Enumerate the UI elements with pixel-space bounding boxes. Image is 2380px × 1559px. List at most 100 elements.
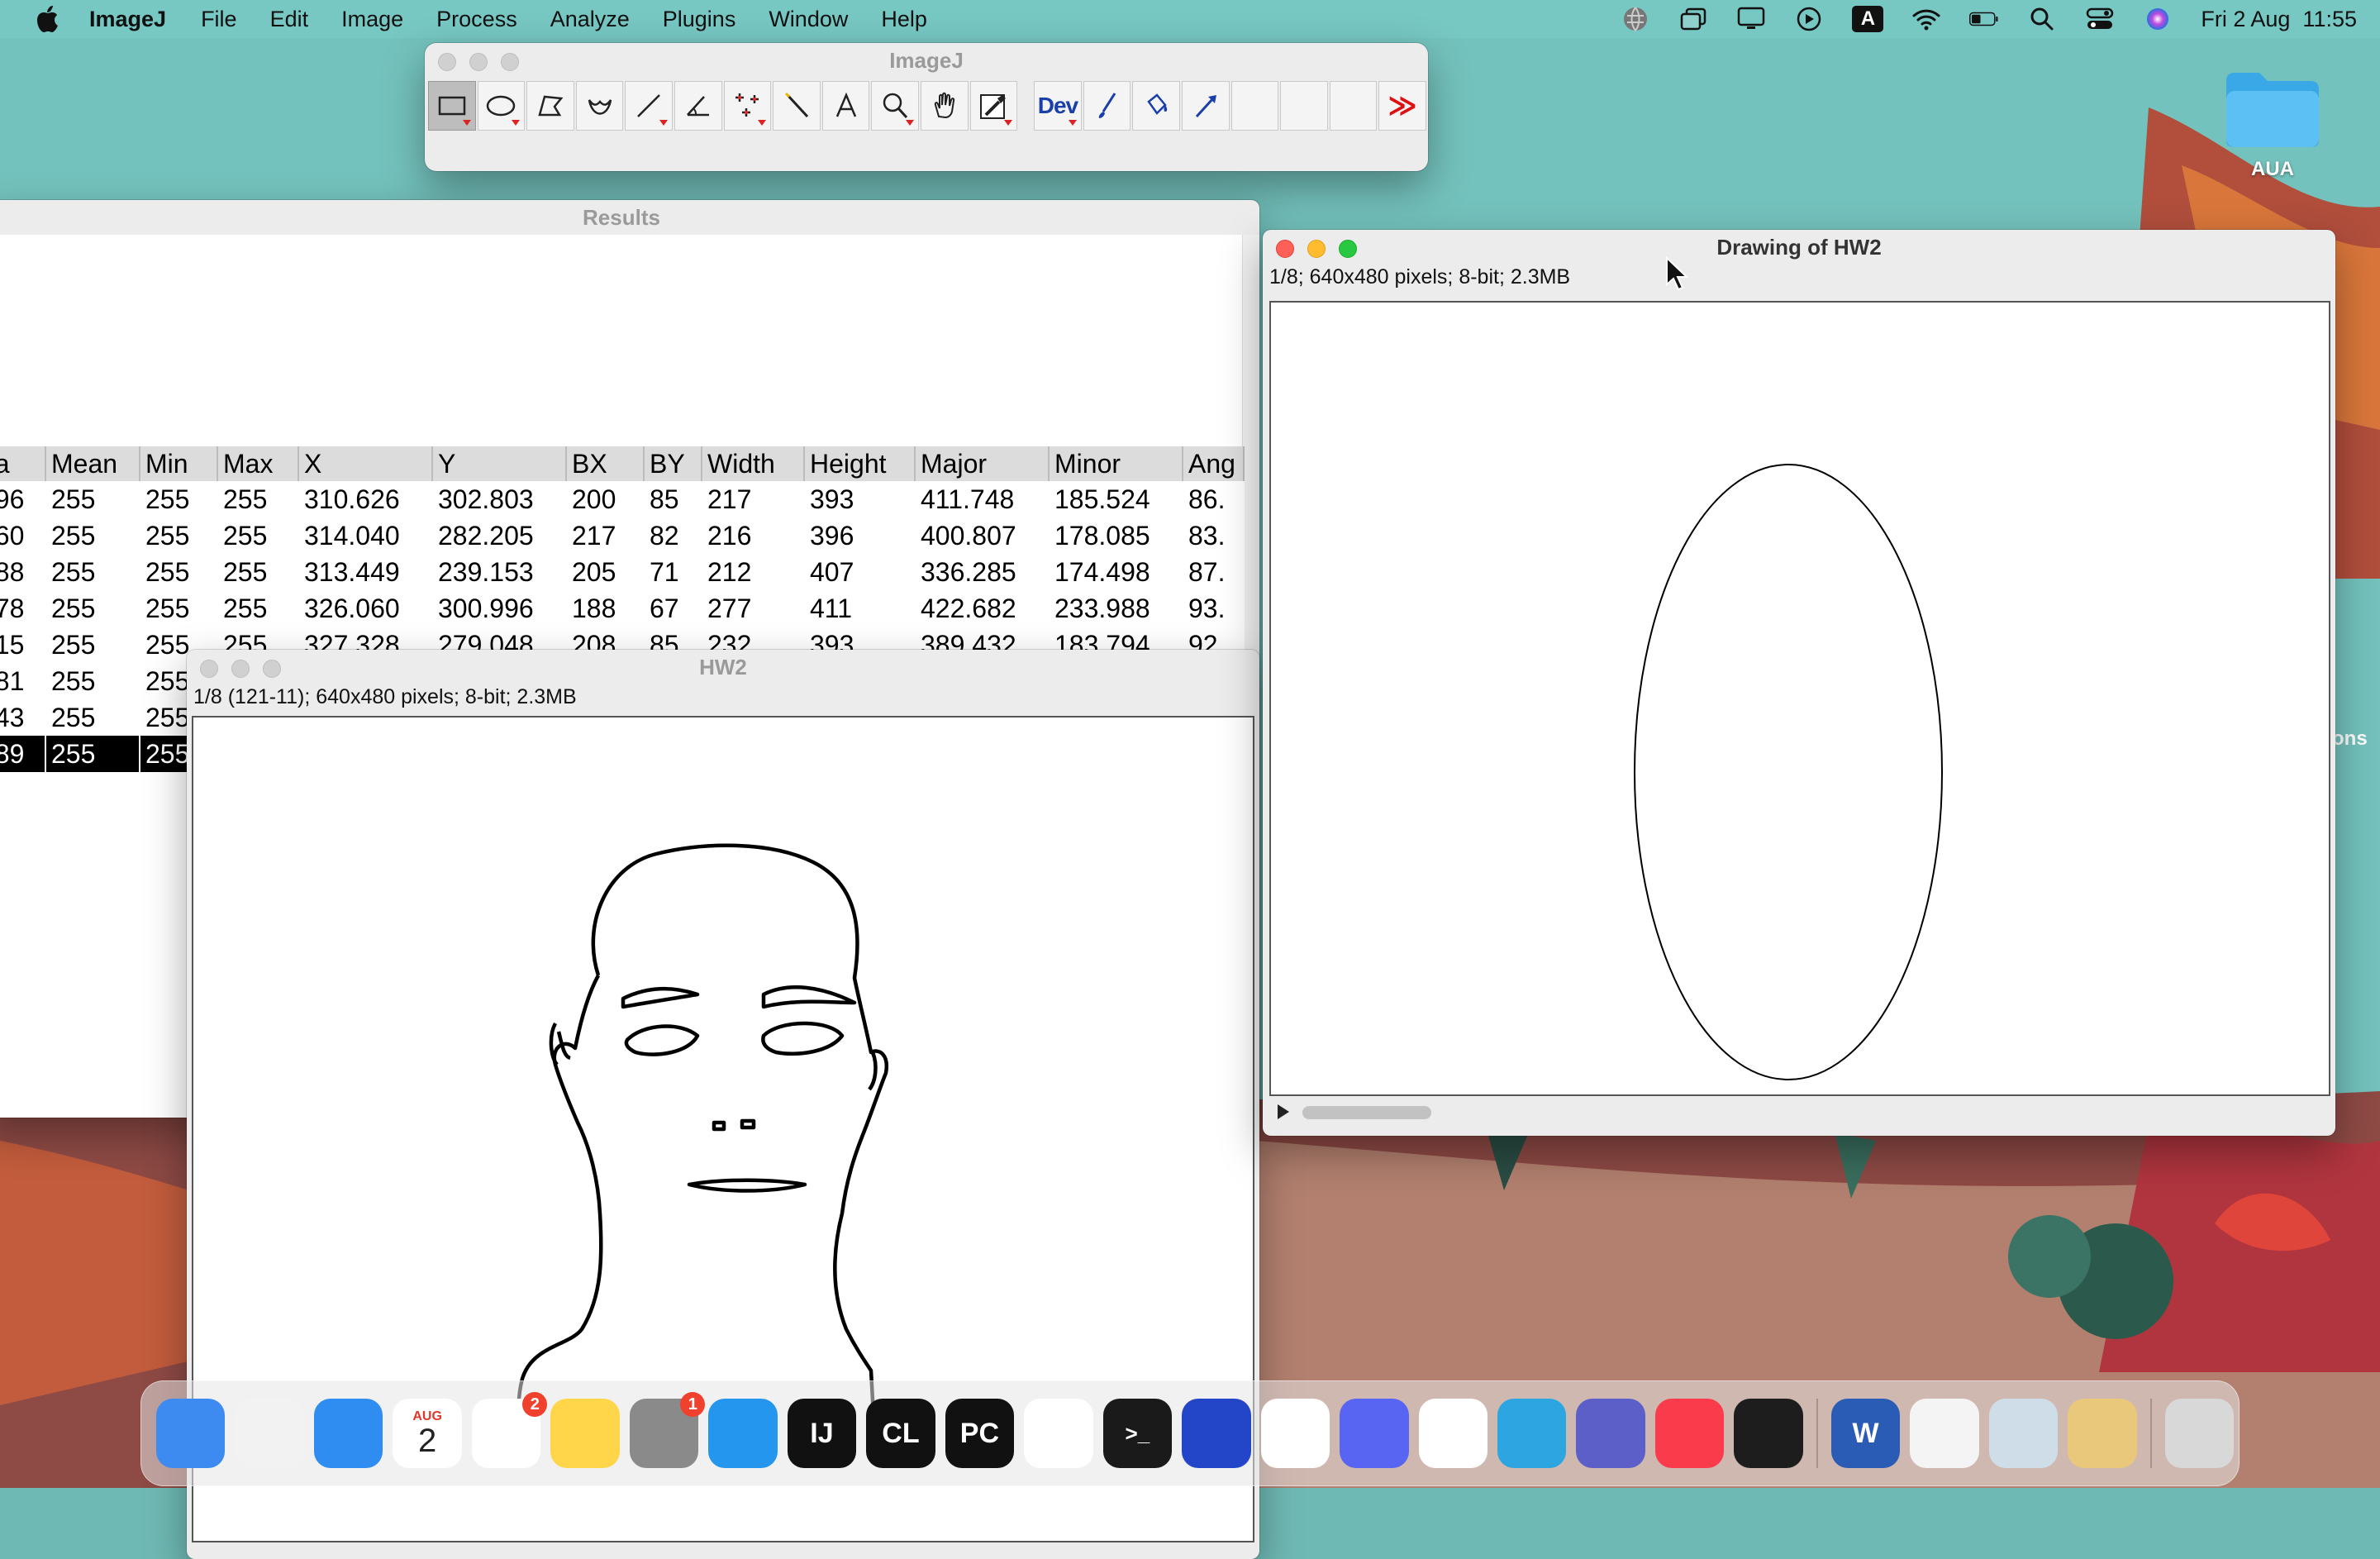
window-stack-icon[interactable] xyxy=(1678,7,1708,31)
line-tool[interactable] xyxy=(625,81,673,131)
apple-menu-icon[interactable] xyxy=(28,0,66,38)
dock-activity-monitor-icon[interactable] xyxy=(1734,1399,1803,1468)
table-row[interactable]: 088255255255313.449239.15320571212407336… xyxy=(0,554,1245,590)
dock-system-settings-icon[interactable]: 1 xyxy=(629,1392,706,1468)
minimize-button[interactable] xyxy=(231,660,250,678)
text-tool[interactable] xyxy=(821,81,870,131)
dock-mosaic-app-icon[interactable] xyxy=(1182,1399,1251,1468)
dock-finder-icon[interactable] xyxy=(156,1399,226,1468)
dock-imagej-microscope-icon[interactable] xyxy=(2068,1399,2137,1468)
point-tool[interactable] xyxy=(723,81,772,131)
flood-fill-tool[interactable] xyxy=(1132,81,1180,131)
display-icon[interactable] xyxy=(1736,7,1766,31)
zoom-button[interactable] xyxy=(1339,240,1357,258)
column-header-width[interactable]: Width xyxy=(702,446,805,481)
dock-docker-icon[interactable] xyxy=(708,1399,778,1468)
globe-icon[interactable] xyxy=(1621,7,1650,31)
dock-teams-icon[interactable] xyxy=(1576,1399,1645,1468)
empty-tool-slot[interactable] xyxy=(1329,81,1378,131)
wand-tool[interactable] xyxy=(773,81,821,131)
minimize-button[interactable] xyxy=(469,53,488,71)
dock-safari-icon[interactable] xyxy=(313,1399,383,1468)
dock-trash-icon[interactable] xyxy=(2164,1399,2235,1468)
menu-plugins[interactable]: Plugins xyxy=(663,7,736,32)
dock-notes-icon[interactable] xyxy=(550,1399,620,1468)
angle-tool[interactable] xyxy=(674,81,722,131)
table-row[interactable]: 060255255255314.040282.20521782216396400… xyxy=(0,517,1245,554)
slider-thumb[interactable] xyxy=(1302,1106,1431,1119)
app-name-menu[interactable]: ImageJ xyxy=(89,7,166,32)
column-header-mean[interactable]: Mean xyxy=(45,446,140,481)
play-animation-icon[interactable] xyxy=(1276,1103,1291,1121)
toolbar-window-titlebar[interactable]: ImageJ xyxy=(425,43,1428,78)
column-header-minor[interactable]: Minor xyxy=(1049,446,1183,481)
freehand-tool[interactable] xyxy=(575,81,624,131)
dock-clion-icon[interactable]: CL xyxy=(866,1399,935,1468)
column-header-min[interactable]: Min xyxy=(140,446,218,481)
minimize-button[interactable] xyxy=(1307,240,1326,258)
desktop-folder[interactable]: AUA xyxy=(2221,66,2324,181)
dock-preview-icon[interactable] xyxy=(1988,1399,2059,1468)
dock-chrome-icon[interactable] xyxy=(1260,1399,1330,1468)
menu-window[interactable]: Window xyxy=(769,7,848,32)
empty-tool-slot[interactable] xyxy=(1280,81,1328,131)
table-row[interactable]: 678255255255326.060300.99618867277411422… xyxy=(0,590,1245,627)
empty-tool-slot[interactable] xyxy=(1230,81,1279,131)
column-header-max[interactable]: Max xyxy=(217,446,299,481)
stack-slider[interactable] xyxy=(1269,1099,2330,1124)
wifi-icon[interactable] xyxy=(1911,7,1941,31)
battery-icon[interactable] xyxy=(1969,7,1999,31)
column-header-major[interactable]: Major xyxy=(915,446,1050,481)
oval-tool[interactable] xyxy=(477,81,526,131)
menu-process[interactable]: Process xyxy=(436,7,517,32)
input-source-indicator[interactable]: A xyxy=(1852,6,1884,32)
polygon-tool[interactable] xyxy=(526,81,574,131)
arrow-tool[interactable] xyxy=(1181,81,1230,131)
more-tools-button[interactable]: ≫ xyxy=(1378,81,1426,131)
menu-file[interactable]: File xyxy=(201,7,237,32)
zoom-button[interactable] xyxy=(501,53,519,71)
column-header-by[interactable]: BY xyxy=(644,446,702,481)
menubar-clock[interactable]: Fri 2 Aug 11:55 xyxy=(2201,7,2357,32)
results-window-titlebar[interactable]: Results xyxy=(0,200,1259,235)
dock-textedit-icon[interactable] xyxy=(1910,1399,1979,1468)
menu-help[interactable]: Help xyxy=(881,7,927,32)
dock-music-icon[interactable] xyxy=(1654,1399,1725,1468)
column-header-angle[interactable]: Ang xyxy=(1183,446,1245,481)
menu-analyze[interactable]: Analyze xyxy=(550,7,630,32)
hand-tool[interactable] xyxy=(920,81,969,131)
play-icon[interactable] xyxy=(1794,7,1824,31)
magnifier-tool[interactable] xyxy=(871,81,919,131)
column-header-y[interactable]: Y xyxy=(432,446,567,481)
drawing-image-canvas[interactable] xyxy=(1269,301,2330,1096)
color-picker-tool[interactable] xyxy=(969,81,1018,131)
control-center-icon[interactable] xyxy=(2085,7,2115,31)
menu-image[interactable]: Image xyxy=(341,7,403,32)
column-header-height[interactable]: Height xyxy=(804,446,916,481)
menu-edit[interactable]: Edit xyxy=(270,7,309,32)
drawing-window-titlebar[interactable]: Drawing of HW2 xyxy=(1263,230,2335,265)
dock-vscode-icon[interactable] xyxy=(1024,1399,1093,1468)
zoom-button[interactable] xyxy=(263,660,281,678)
dock-reminders-icon[interactable]: 2 xyxy=(471,1392,548,1468)
dock-launchpad-icon[interactable] xyxy=(235,1399,304,1468)
rectangle-tool[interactable] xyxy=(428,81,476,131)
hw2-window-titlebar[interactable]: HW2 xyxy=(187,650,1259,684)
dev-tool[interactable]: Dev xyxy=(1034,81,1082,131)
siri-icon[interactable] xyxy=(2143,7,2173,31)
column-header-area[interactable]: ea xyxy=(0,446,46,481)
dock-discord-icon[interactable] xyxy=(1340,1399,1409,1468)
dock-calendar-icon[interactable]: AUG 2 xyxy=(393,1399,462,1468)
brush-tool[interactable] xyxy=(1083,81,1131,131)
dock-word-icon[interactable]: W xyxy=(1830,1399,1901,1468)
close-button[interactable] xyxy=(1276,240,1294,258)
dock-intellij-idea-icon[interactable]: IJ xyxy=(787,1399,857,1468)
column-header-bx[interactable]: BX xyxy=(566,446,645,481)
dock-slack-icon[interactable] xyxy=(1418,1399,1488,1468)
spotlight-search-icon[interactable] xyxy=(2027,7,2057,31)
column-header-x[interactable]: X xyxy=(298,446,433,481)
table-row[interactable]: 996255255255310.626302.80320085217393411… xyxy=(0,481,1245,517)
close-button[interactable] xyxy=(200,660,218,678)
dock-pycharm-icon[interactable]: PC xyxy=(945,1399,1015,1468)
dock-terminal-icon[interactable]: >_ xyxy=(1102,1399,1173,1468)
